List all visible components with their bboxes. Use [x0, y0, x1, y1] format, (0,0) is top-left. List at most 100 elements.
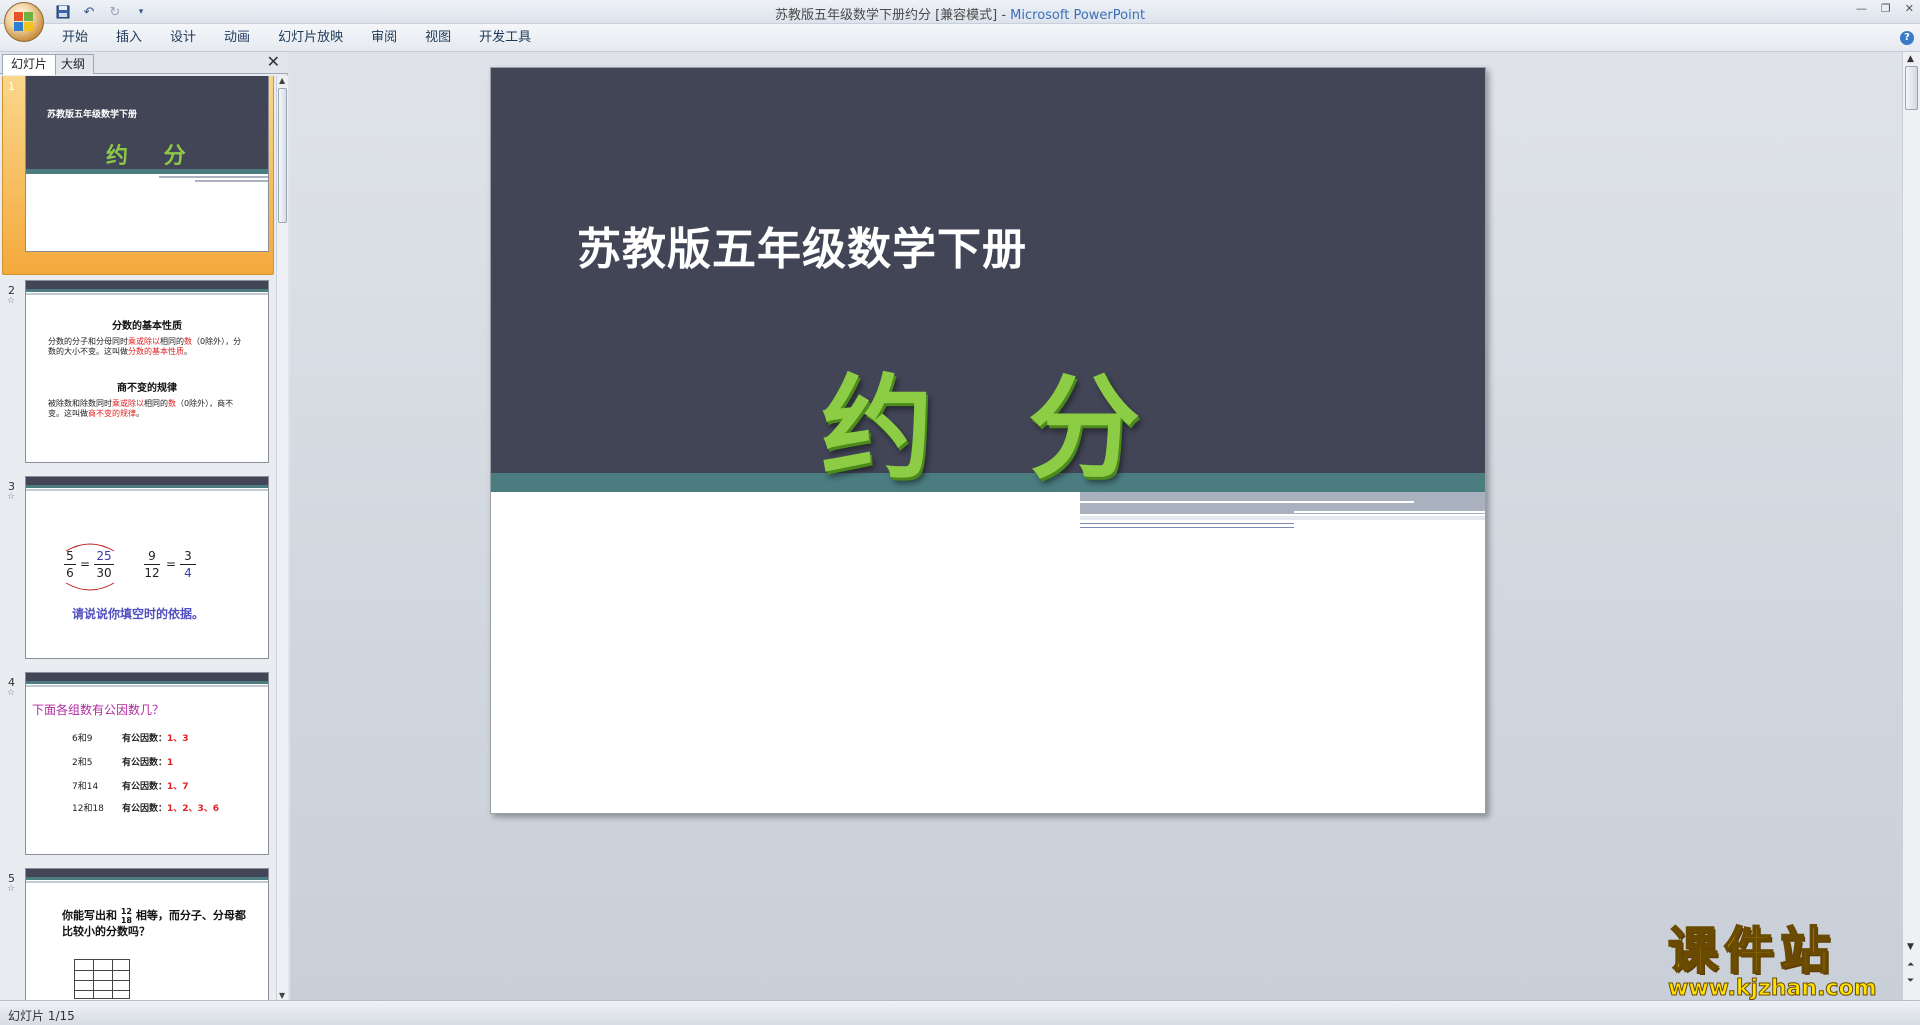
close-panel-icon[interactable]: ✕ [267, 54, 280, 70]
thumbnail-slide-5[interactable]: 5 ☆ 你能写出和 12 18 相等，而分子、分母都比较小的分数吗？ [0, 868, 276, 1000]
minimize-icon[interactable]: — [1856, 2, 1867, 15]
tab-slides[interactable]: 幻灯片 [2, 54, 57, 75]
thumb-header-line [26, 293, 268, 295]
thumb-row: 有公因数：1 [122, 755, 173, 768]
thumb-header-band [26, 485, 268, 488]
pair: 12和18 [72, 804, 104, 814]
fraction: 34 [180, 549, 196, 580]
animation-star-icon: ☆ [7, 296, 16, 306]
thumb-text: 分数的分子和分母同时乘或除以相同的数（0除外），分数的大小不变。这叫做分数的基本… [48, 337, 248, 357]
denominator: 12 [144, 566, 160, 580]
slide-line [1080, 501, 1414, 503]
window-title: 苏教版五年级数学下册约分 [兼容模式] - Microsoft PowerPoi… [0, 4, 1920, 23]
tab-view[interactable]: 视图 [411, 30, 465, 46]
value: 1、3 [167, 734, 189, 744]
slide-line [1294, 511, 1485, 513]
thumb-header-bar [26, 869, 268, 877]
thumb-table [74, 959, 130, 999]
close-icon[interactable]: ✕ [1905, 2, 1914, 15]
numerator: 9 [148, 549, 156, 563]
tab-design[interactable]: 设计 [156, 30, 210, 46]
thumb-row: 有公因数：1、3 [122, 731, 189, 744]
thumbnail-slide-3[interactable]: 3 ☆ 56 = 25 30 9 12 = 3 4 请说说你填空时的依据。 [0, 476, 276, 666]
previous-slide-icon[interactable]: ⏶ [1907, 960, 1914, 970]
ribbon: 开始 插入 设计 动画 幻灯片放映 审阅 视图 开发工具 ? [0, 24, 1920, 52]
watermark-url: www.kjzhan.com [1668, 976, 1878, 1001]
slide-thumbnail[interactable]: 下面各组数有公因数几？ 6和9 有公因数：1、3 2和5 有公因数：1 7和14… [25, 672, 269, 855]
text: 。 [184, 347, 192, 356]
denominator: 18 [120, 916, 132, 925]
app-name: Microsoft PowerPoint [1010, 8, 1146, 23]
text: 。 [136, 409, 144, 418]
slide-counter: 幻灯片 1/15 [8, 1009, 75, 1023]
tab-developer[interactable]: 开发工具 [465, 30, 545, 46]
thumb-heading: 商不变的规律 [117, 383, 177, 394]
slide-number: 1 [8, 80, 15, 93]
tab-animations[interactable]: 动画 [210, 30, 264, 46]
scroll-up-icon[interactable]: ▲ [279, 76, 285, 85]
document-title: 苏教版五年级数学下册约分 [兼容模式] - [774, 8, 1011, 23]
office-button[interactable] [4, 2, 44, 42]
slide-title[interactable]: 约分 [821, 338, 1235, 500]
label: 有公因数： [122, 734, 168, 744]
slide-subtitle[interactable]: 苏教版五年级数学下册 [577, 213, 1027, 277]
scroll-thumb[interactable] [1905, 66, 1918, 110]
thumb-title: 约 分 [106, 144, 200, 169]
watermark-title: 课件站 [1667, 921, 1836, 980]
thumb-header-bar [26, 673, 268, 681]
grid-line [112, 960, 113, 998]
scroll-up-icon[interactable]: ▲ [1907, 54, 1914, 64]
scroll-down-icon[interactable]: ▼ [279, 991, 285, 1000]
thumb-row: 有公因数：1、2、3、6 [122, 801, 219, 814]
slide-thumbnail[interactable]: 你能写出和 12 18 相等，而分子、分母都比较小的分数吗？ [25, 868, 269, 1000]
tab-outline[interactable]: 大纲 [52, 54, 95, 74]
text: 数 [168, 399, 176, 408]
tab-insert[interactable]: 插入 [102, 30, 156, 46]
thumb-question: 请说说你填空时的依据。 [72, 607, 205, 621]
slide-thumbnail[interactable]: 苏教版五年级数学下册 约 分 [25, 76, 269, 252]
restore-icon[interactable]: ❐ [1881, 2, 1891, 15]
thumbnail-scrollbar[interactable]: ▲ ▼ [276, 76, 288, 1000]
thumb-header-bar [26, 281, 268, 289]
next-slide-icon[interactable]: ⏷ [1907, 976, 1914, 986]
help-icon[interactable]: ? [1900, 31, 1914, 45]
scroll-down-icon[interactable]: ▼ [1907, 942, 1914, 952]
text: 被除数和除数同时 [48, 399, 112, 408]
animation-star-icon: ☆ [7, 884, 16, 894]
grid-line [75, 980, 129, 981]
denominator: 4 [184, 566, 192, 580]
text: 乘或除以 [128, 337, 160, 346]
thumb-header-band [26, 877, 268, 880]
scroll-thumb[interactable] [278, 88, 287, 223]
numerator: 12 [120, 907, 132, 916]
tab-review[interactable]: 审阅 [357, 30, 411, 46]
value: 1 [167, 758, 174, 768]
panel-tabs: 幻灯片 大纲 ✕ [0, 52, 288, 75]
value: 1、7 [167, 782, 189, 792]
tab-home[interactable]: 开始 [48, 30, 102, 46]
thumbnail-slide-1[interactable]: 1 苏教版五年级数学下册 约 分 [0, 76, 276, 276]
pair: 7和14 [72, 782, 99, 792]
thumb-header-line [26, 881, 268, 883]
main-scrollbar[interactable]: ▲ ▼ ⏶ ⏷ [1902, 52, 1920, 1000]
thumb-row: 7和14 [72, 779, 98, 792]
thumb-header-line [26, 685, 268, 687]
slide-thumbnail[interactable]: 分数的基本性质 分数的分子和分母同时乘或除以相同的数（0除外），分数的大小不变。… [25, 280, 269, 463]
tab-slideshow[interactable]: 幻灯片放映 [264, 30, 357, 46]
thumb-question: 你能写出和 12 18 相等，而分子、分母都比较小的分数吗？ [62, 907, 252, 939]
slide-thumbnail[interactable]: 56 = 25 30 9 12 = 34 请说说你填空时的依据。 [25, 476, 269, 659]
thumb-heading: 分数的基本性质 [112, 321, 182, 332]
title-bar: ↶ ↻ ▾ 苏教版五年级数学下册约分 [兼容模式] - Microsoft Po… [0, 0, 1920, 24]
thumb-header-band [26, 289, 268, 292]
current-slide[interactable]: 苏教版五年级数学下册 约分 [490, 67, 1486, 814]
thumbnail-list: 1 苏教版五年级数学下册 约 分 2 ☆ 分数的基本性质 分数的分子和分母同时乘… [0, 76, 276, 1000]
animation-star-icon: ☆ [7, 492, 16, 502]
text: 相同的 [160, 337, 184, 346]
status-bar: 幻灯片 1/15 [0, 1000, 1920, 1025]
grid-line [75, 970, 129, 971]
thumb-header-bar [26, 477, 268, 485]
thumbnail-slide-4[interactable]: 4 ☆ 下面各组数有公因数几？ 6和9 有公因数：1、3 2和5 有公因数：1 … [0, 672, 276, 862]
equals: = [166, 557, 177, 571]
thumbnail-slide-2[interactable]: 2 ☆ 分数的基本性质 分数的分子和分母同时乘或除以相同的数（0除外），分数的大… [0, 280, 276, 470]
grid-line [75, 990, 129, 991]
